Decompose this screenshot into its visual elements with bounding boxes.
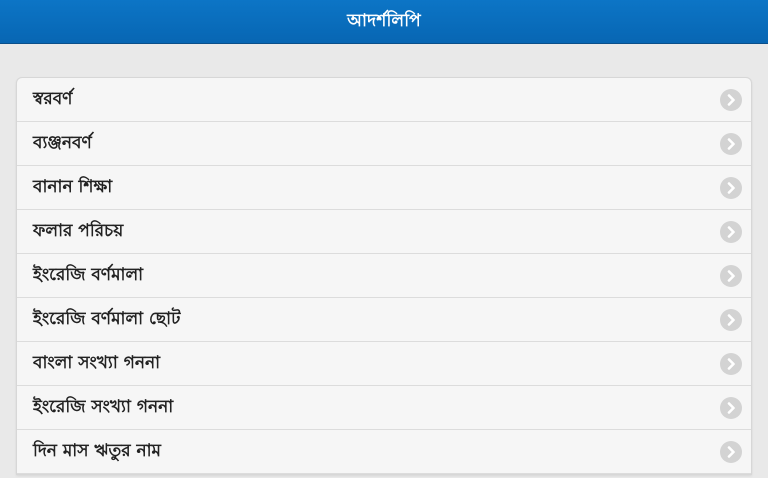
menu-item-english-numbers[interactable]: ইংরেজি সংখ্যা গননা <box>17 386 751 430</box>
menu-item-consonants[interactable]: ব্যঞ্জনবর্ণ <box>17 122 751 166</box>
menu-item-english-alphabet[interactable]: ইংরেজি বর্ণমালা <box>17 254 751 298</box>
chevron-right-icon <box>720 264 742 287</box>
menu-item-label: বানান শিক্ষা <box>33 176 113 197</box>
chevron-right-icon <box>720 308 742 331</box>
chevron-right-icon <box>720 132 742 155</box>
menu-item-label: দিন মাস ঋতুর নাম <box>33 440 161 461</box>
menu-item-english-alphabet-small[interactable]: ইংরেজি বর্ণমালা ছোট <box>17 298 751 342</box>
menu-item-label: ফলার পরিচয় <box>33 220 124 241</box>
chevron-right-icon <box>720 440 742 463</box>
menu-item-label: ব্যঞ্জনবর্ণ <box>33 132 92 153</box>
menu-item-label: ইংরেজি বর্ণমালা <box>33 264 144 285</box>
chevron-right-icon <box>720 352 742 375</box>
chevron-right-icon <box>720 176 742 199</box>
app-header: আদর্শলিপি <box>0 0 768 44</box>
menu-item-day-month-season[interactable]: দিন মাস ঋতুর নাম <box>17 430 751 474</box>
menu-item-label: ইংরেজি সংখ্যা গননা <box>33 396 174 417</box>
menu-item-label: স্বরবর্ণ <box>33 88 73 109</box>
menu-item-bangla-numbers[interactable]: বাংলা সংখ্যা গননা <box>17 342 751 386</box>
chevron-right-icon <box>720 396 742 419</box>
page-title: আদর্শলিপি <box>347 10 421 31</box>
menu-item-label: ইংরেজি বর্ণমালা ছোট <box>33 308 181 329</box>
menu-item-label: বাংলা সংখ্যা গননা <box>33 352 161 373</box>
menu-item-spelling[interactable]: বানান শিক্ষা <box>17 166 751 210</box>
chevron-right-icon <box>720 220 742 243</box>
menu-item-vowels[interactable]: স্বরবর্ণ <box>17 78 751 122</box>
menu-list: স্বরবর্ণ ব্যঞ্জনবর্ণ বানান শিক্ষা ফলার প… <box>16 77 752 475</box>
chevron-right-icon <box>720 88 742 111</box>
menu-item-fola[interactable]: ফলার পরিচয় <box>17 210 751 254</box>
